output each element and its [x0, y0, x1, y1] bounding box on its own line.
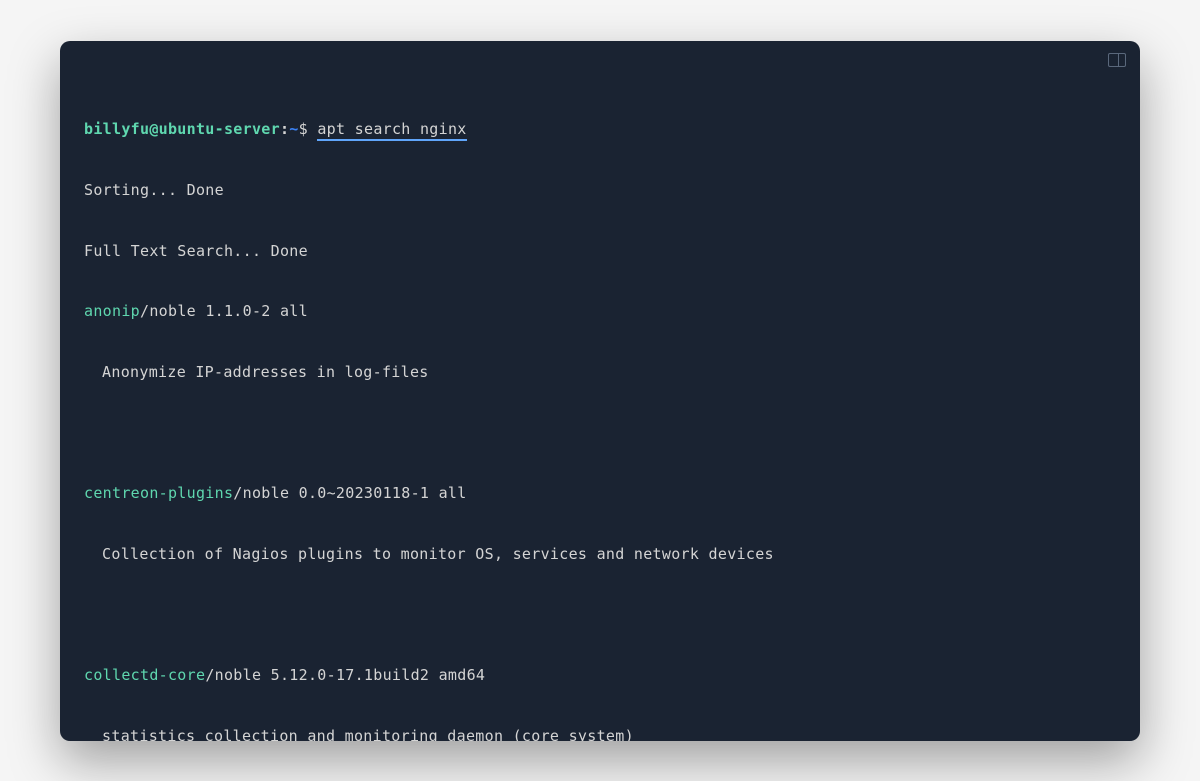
prompt-dollar: $ — [299, 120, 308, 138]
package-suite: /noble 0.0~20230118-1 all — [233, 484, 466, 502]
terminal-output[interactable]: billyfu@ubuntu-server:~$ apt search ngin… — [84, 79, 1116, 741]
prompt-user-host: billyfu@ubuntu-server — [84, 120, 280, 138]
panel-toggle-icon[interactable] — [1108, 53, 1126, 67]
terminal-window[interactable]: billyfu@ubuntu-server:~$ apt search ngin… — [60, 41, 1140, 741]
package-name: anonip — [84, 302, 140, 320]
status-line: Sorting... Done — [84, 180, 1116, 200]
blank-line — [84, 605, 1116, 625]
package-description: Collection of Nagios plugins to monitor … — [84, 544, 1116, 564]
package-entry: anonip/noble 1.1.0-2 all — [84, 301, 1116, 321]
package-name: centreon-plugins — [84, 484, 233, 502]
status-line: Full Text Search... Done — [84, 241, 1116, 261]
package-description: statistics collection and monitoring dae… — [84, 726, 1116, 741]
blank-line — [84, 423, 1116, 443]
package-suite: /noble 5.12.0-17.1build2 amd64 — [205, 666, 485, 684]
prompt-path: ~ — [289, 120, 298, 138]
typed-command: apt search nginx — [317, 120, 466, 141]
package-entry: centreon-plugins/noble 0.0~20230118-1 al… — [84, 483, 1116, 503]
prompt-colon: : — [280, 120, 289, 138]
prompt-line: billyfu@ubuntu-server:~$ apt search ngin… — [84, 119, 1116, 139]
package-description: Anonymize IP-addresses in log-files — [84, 362, 1116, 382]
package-entry: collectd-core/noble 5.12.0-17.1build2 am… — [84, 665, 1116, 685]
package-name: collectd-core — [84, 666, 205, 684]
package-suite: /noble 1.1.0-2 all — [140, 302, 308, 320]
